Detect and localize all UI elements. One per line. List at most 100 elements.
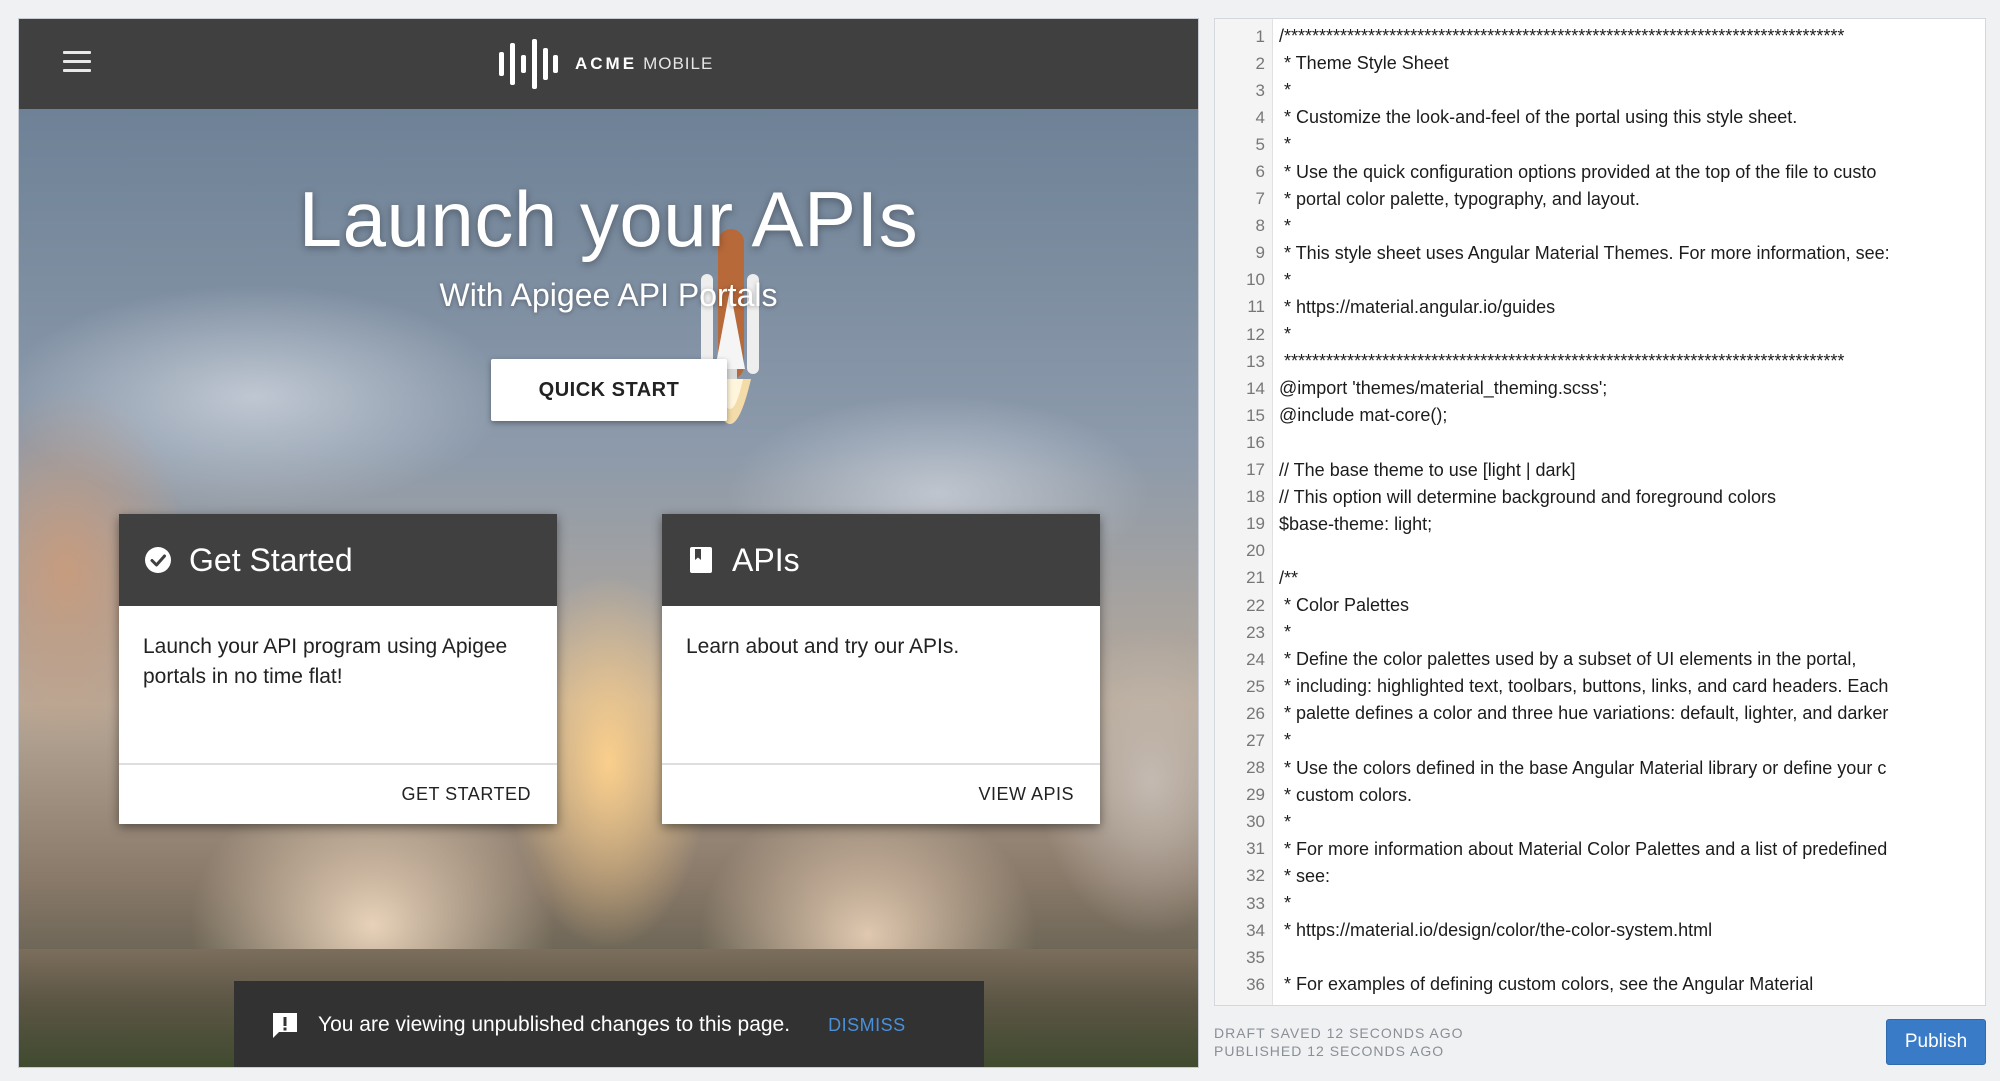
card-footer: GET STARTED — [119, 763, 557, 824]
code-line[interactable]: 25 * including: highlighted text, toolba… — [1215, 673, 1985, 700]
view-apis-link[interactable]: VIEW APIS — [978, 784, 1074, 805]
code-text: * For more information about Material Co… — [1279, 838, 1888, 859]
code-line[interactable]: 36 * For examples of defining custom col… — [1215, 971, 1985, 998]
code-line[interactable]: 33 * — [1215, 890, 1985, 917]
code-text: * — [1279, 215, 1292, 236]
save-status: DRAFT SAVED 12 SECONDS AGO PUBLISHED 12 … — [1214, 1024, 1464, 1060]
line-number: 31 — [1246, 839, 1265, 859]
code-text: * — [1279, 324, 1292, 345]
code-text: * https://material.angular.io/guides — [1279, 296, 1556, 317]
code-line[interactable]: 4 * Customize the look-and-feel of the p… — [1215, 104, 1985, 131]
code-text: @import 'themes/material_theming.scss'; — [1279, 378, 1608, 399]
code-line[interactable]: 2 * Theme Style Sheet — [1215, 50, 1985, 77]
snackbar-message: You are viewing unpublished changes to t… — [318, 1013, 791, 1036]
line-number: 2 — [1255, 53, 1265, 73]
check-circle-icon — [143, 545, 173, 575]
card-header: APIs — [662, 514, 1100, 606]
code-text: * — [1279, 811, 1292, 832]
soundwave-logo-icon — [499, 39, 558, 89]
code-text: /** — [1279, 567, 1299, 588]
line-number: 13 — [1246, 351, 1265, 371]
dismiss-button[interactable]: DISMISS — [828, 1015, 906, 1036]
code-text: /***************************************… — [1279, 26, 1845, 47]
code-text: * — [1279, 269, 1292, 290]
code-line[interactable]: 8 * — [1215, 213, 1985, 240]
publish-button[interactable]: Publish — [1886, 1019, 1986, 1065]
apis-card: APIs Learn about and try our APIs. VIEW … — [662, 514, 1100, 824]
line-number: 14 — [1246, 378, 1265, 398]
quick-start-button[interactable]: QUICK START — [491, 359, 727, 421]
code-text: * — [1279, 893, 1292, 914]
code-line[interactable]: 22 * Color Palettes — [1215, 592, 1985, 619]
code-line[interactable]: 7 * portal color palette, typography, an… — [1215, 186, 1985, 213]
code-line[interactable]: 34 * https://material.io/design/color/th… — [1215, 917, 1985, 944]
code-editor[interactable]: 1/**************************************… — [1214, 18, 1986, 1006]
line-number: 15 — [1246, 405, 1265, 425]
code-line[interactable]: 20 — [1215, 538, 1985, 565]
line-number: 16 — [1246, 432, 1265, 452]
code-text: ****************************************… — [1279, 351, 1845, 372]
code-text: * Theme Style Sheet — [1279, 53, 1449, 74]
portal-preview: ACME MOBILE Launch your APIs With Apigee … — [18, 18, 1199, 1068]
hero-subtitle: With Apigee API Portals — [439, 277, 778, 313]
code-line[interactable]: 15 @include mat-core(); — [1215, 402, 1985, 429]
code-line[interactable]: 14 @import 'themes/material_theming.scss'… — [1215, 375, 1985, 402]
line-number: 5 — [1255, 134, 1265, 154]
code-line[interactable]: 35 — [1215, 944, 1985, 971]
line-number: 32 — [1246, 866, 1265, 886]
code-text: * portal color palette, typography, and … — [1279, 188, 1640, 209]
code-text: * — [1279, 730, 1292, 751]
code-line[interactable]: 29 * custom colors. — [1215, 782, 1985, 809]
code-text: * — [1279, 622, 1292, 643]
code-line[interactable]: 32 * see: — [1215, 863, 1985, 890]
code-line[interactable]: 28 * Use the colors defined in the base … — [1215, 755, 1985, 782]
code-text: * For examples of defining custom colors… — [1279, 974, 1814, 995]
code-text: * see: — [1279, 865, 1331, 886]
line-number: 22 — [1246, 595, 1265, 615]
code-text: $base-theme: light; — [1279, 513, 1433, 534]
code-text: // The base theme to use [light | dark] — [1279, 459, 1576, 480]
code-line[interactable]: 12 * — [1215, 321, 1985, 348]
brand-logo[interactable]: ACME MOBILE — [497, 39, 713, 89]
menu-icon[interactable] — [63, 51, 91, 75]
code-line[interactable]: 31 * For more information about Material… — [1215, 836, 1985, 863]
code-line[interactable]: 9 * This style sheet uses Angular Materi… — [1215, 240, 1985, 267]
code-line[interactable]: 24 * Define the color palettes used by a… — [1215, 646, 1985, 673]
card-body: Learn about and try our APIs. — [686, 635, 960, 658]
line-number: 27 — [1246, 730, 1265, 750]
line-number: 19 — [1246, 514, 1265, 534]
code-text: * This style sheet uses Angular Material… — [1279, 242, 1890, 263]
code-line[interactable]: 1 /**************************************… — [1215, 23, 1985, 50]
code-line[interactable]: 19 $base-theme: light; — [1215, 511, 1985, 538]
code-line[interactable]: 30 * — [1215, 809, 1985, 836]
get-started-link[interactable]: GET STARTED — [401, 784, 531, 805]
code-line[interactable]: 11 * https://material.angular.io/guides — [1215, 294, 1985, 321]
code-text: * including: highlighted text, toolbars,… — [1279, 676, 1889, 697]
line-number: 17 — [1246, 460, 1265, 480]
code-text: * palette defines a color and three hue … — [1279, 703, 1889, 724]
code-line[interactable]: 18 // This option will determine backgrou… — [1215, 484, 1985, 511]
code-line[interactable]: 16 — [1215, 429, 1985, 456]
code-line[interactable]: 13 *************************************… — [1215, 348, 1985, 375]
line-number: 33 — [1246, 893, 1265, 913]
code-line[interactable]: 17 // The base theme to use [light | dark… — [1215, 457, 1985, 484]
line-number: 30 — [1246, 812, 1265, 832]
code-line[interactable]: 21 /** — [1215, 565, 1985, 592]
code-text: * Use the quick configuration options pr… — [1279, 161, 1877, 182]
unpublished-changes-snackbar: You are viewing unpublished changes to t… — [234, 981, 984, 1067]
code-text: // This option will determine background… — [1279, 486, 1776, 507]
code-line[interactable]: 26 * palette defines a color and three h… — [1215, 700, 1985, 727]
code-line[interactable]: 10 * — [1215, 267, 1985, 294]
line-number: 1 — [1255, 26, 1265, 46]
draft-saved-status: DRAFT SAVED 12 SECONDS AGO — [1214, 1025, 1464, 1041]
code-line[interactable]: 27 * — [1215, 727, 1985, 754]
code-line[interactable]: 23 * — [1215, 619, 1985, 646]
code-line[interactable]: 3 * — [1215, 77, 1985, 104]
line-number: 7 — [1255, 189, 1265, 209]
line-number: 4 — [1255, 107, 1265, 127]
brand-subtitle: MOBILE — [643, 54, 714, 73]
code-line[interactable]: 6 * Use the quick configuration options … — [1215, 158, 1985, 185]
code-line[interactable]: 5 * — [1215, 131, 1985, 158]
line-number: 12 — [1246, 324, 1265, 344]
alert-icon — [273, 1013, 297, 1038]
